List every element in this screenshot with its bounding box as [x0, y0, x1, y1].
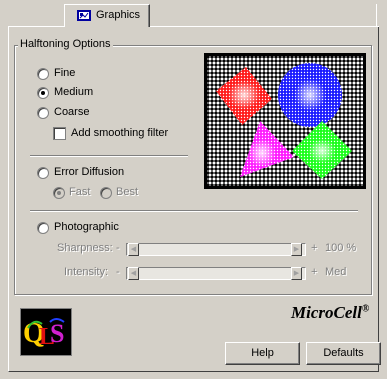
intensity-label: Intensity: — [64, 266, 109, 278]
photographic-radio[interactable] — [37, 222, 49, 234]
svg-text:S: S — [50, 319, 64, 348]
tab-graphics-label: Graphics — [96, 9, 141, 21]
intensity-slider[interactable]: ◀ ▶ — [126, 267, 306, 280]
photographic-label[interactable]: Photographic — [54, 221, 119, 233]
graphics-icon — [77, 10, 91, 21]
qls-logo: Q L S — [20, 308, 72, 356]
sharpness-label: Sharpness: — [57, 242, 113, 254]
intensity-minus: - — [116, 266, 120, 278]
separator — [30, 155, 188, 157]
intensity-plus: + — [311, 266, 318, 278]
coarse-radio[interactable] — [37, 107, 49, 119]
fast-radio-dot — [57, 191, 61, 195]
sharpness-minus: - — [116, 242, 120, 254]
blue-circle — [278, 63, 342, 127]
smoothing-label[interactable]: Add smoothing filter — [71, 127, 168, 139]
fine-radio[interactable] — [37, 68, 49, 80]
error-diffusion-label[interactable]: Error Diffusion — [54, 166, 124, 178]
tab-strip — [0, 0, 387, 27]
intensity-value: Med — [325, 266, 347, 278]
intensity-right-arrow[interactable]: ▶ — [291, 267, 302, 280]
sharpness-value: 100 % — [325, 242, 357, 254]
qls-logo-icon: Q L S — [20, 308, 72, 356]
tab-strip-divider — [376, 4, 377, 26]
intensity-left-arrow[interactable]: ◀ — [128, 267, 139, 280]
fine-label[interactable]: Fine — [54, 67, 75, 79]
best-radio[interactable] — [100, 187, 112, 199]
error-diffusion-radio[interactable] — [37, 167, 49, 179]
sharpness-slider[interactable]: ◀ ▶ — [126, 243, 306, 256]
defaults-button[interactable]: Defaults — [306, 342, 381, 365]
brand-name: MicroCell® — [291, 303, 369, 323]
registered-mark: ® — [361, 303, 370, 315]
tab-graphics[interactable]: Graphics — [64, 4, 150, 27]
halftone-preview-image — [207, 56, 363, 186]
halftone-preview — [204, 53, 366, 189]
sharpness-right-arrow[interactable]: ▶ — [291, 243, 302, 256]
fast-label[interactable]: Fast — [69, 186, 90, 198]
brand-name-text: MicroCell — [291, 303, 362, 322]
separator — [30, 210, 358, 212]
sharpness-plus: + — [311, 242, 318, 254]
help-button[interactable]: Help — [225, 342, 300, 365]
sharpness-left-arrow[interactable]: ◀ — [128, 243, 139, 256]
medium-radio[interactable] — [37, 87, 49, 99]
coarse-label[interactable]: Coarse — [54, 106, 89, 118]
smoothing-checkbox[interactable] — [53, 127, 66, 140]
halftoning-group-title: Halftoning Options — [18, 38, 113, 50]
fast-radio[interactable] — [53, 187, 65, 199]
best-label[interactable]: Best — [116, 186, 138, 198]
medium-label[interactable]: Medium — [54, 86, 93, 98]
medium-radio-dot — [41, 91, 45, 95]
